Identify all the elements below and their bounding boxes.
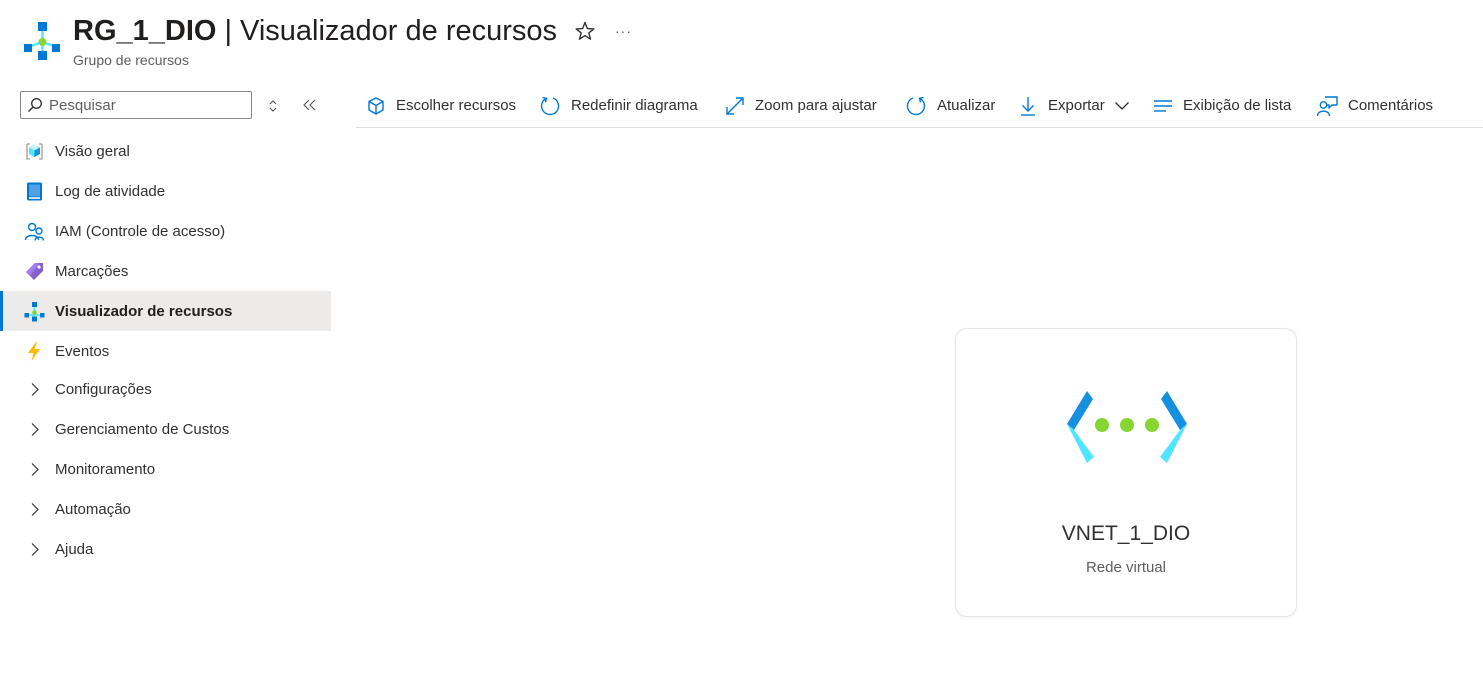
export-button[interactable]: Exportar [1018, 84, 1131, 127]
tag-icon [26, 263, 43, 280]
list-view-label: Exibição de lista [1183, 97, 1292, 114]
sidebar-group-automation[interactable]: Automação [0, 489, 331, 529]
refresh-button[interactable]: Atualizar [905, 84, 995, 127]
page-name: Visualizador de recursos [240, 15, 558, 47]
sidebar-item-label: IAM (Controle de acesso) [55, 222, 226, 240]
title-separator: | [224, 15, 232, 47]
lightning-bolt-icon [28, 342, 40, 361]
choose-resources-button[interactable]: Escolher recursos [366, 84, 516, 127]
sidebar-group-help[interactable]: Ajuda [0, 529, 331, 569]
sort-icon[interactable] [264, 97, 282, 115]
cube-icon [368, 96, 384, 115]
feedback-button[interactable]: Comentários [1316, 84, 1433, 127]
sidebar-group-label: Gerenciamento de Custos [55, 420, 230, 438]
star-icon[interactable] [574, 20, 596, 42]
chevron-right-icon [31, 463, 39, 476]
export-label: Exportar [1048, 97, 1105, 114]
sidebar-item-overview[interactable]: Visão geral [0, 131, 331, 171]
feedback-person-icon [1316, 95, 1338, 116]
sidebar-item-label: Eventos [55, 342, 110, 360]
sidebar-item-tags[interactable]: Marcações [0, 251, 331, 291]
sidebar-nav: Visão geral Log de atividade IAM (Contro… [0, 131, 331, 571]
reset-diagram-button[interactable]: Redefinir diagrama [539, 84, 698, 127]
page-title: RG_1_DIO | Visualizador de recursos [73, 12, 557, 50]
title-block: RG_1_DIO | Visualizador de recursos Grupo … [73, 12, 557, 68]
sidebar: Visão geral Log de atividade IAM (Contro… [0, 84, 331, 676]
sidebar-item-label: Visualizador de recursos [55, 302, 233, 320]
more-options-icon[interactable]: ··· [615, 20, 637, 42]
iam-people-icon [24, 222, 45, 241]
page-subtitle: Grupo de recursos [73, 52, 189, 68]
search-icon [28, 98, 42, 112]
command-bar: Escolher recursos Redefinir diagrama Zoo… [356, 84, 1483, 128]
zoom-to-fit-label: Zoom para ajustar [755, 97, 877, 114]
sidebar-group-monitoring[interactable]: Monitoramento [0, 449, 331, 489]
zoom-to-fit-button[interactable]: Zoom para ajustar [725, 84, 877, 127]
collapse-sidebar-icon[interactable] [300, 96, 320, 114]
resource-visualizer-icon [24, 22, 60, 60]
list-icon [1154, 99, 1172, 112]
download-icon [1021, 96, 1035, 116]
chevron-right-icon [31, 503, 39, 516]
resource-visualizer-icon [24, 302, 45, 322]
reset-icon [540, 96, 560, 115]
reset-diagram-label: Redefinir diagrama [571, 97, 698, 114]
list-view-button[interactable]: Exibição de lista [1153, 84, 1291, 127]
sidebar-group-label: Configurações [55, 380, 152, 398]
sidebar-item-activity-log[interactable]: Log de atividade [0, 171, 331, 211]
sidebar-item-events[interactable]: Eventos [0, 331, 331, 371]
sidebar-item-iam[interactable]: IAM (Controle de acesso) [0, 211, 331, 251]
chevron-right-icon [31, 543, 39, 556]
sidebar-group-settings[interactable]: Configurações [0, 369, 331, 409]
refresh-label: Atualizar [937, 97, 996, 114]
resource-group-name: RG_1_DIO [73, 15, 217, 47]
resource-node-card[interactable]: VNET_1_DIO Rede virtual [955, 328, 1297, 617]
chevron-down-icon [1114, 101, 1129, 110]
sidebar-group-label: Ajuda [55, 540, 94, 558]
diagram-canvas[interactable]: VNET_1_DIO Rede virtual [356, 128, 1483, 676]
expand-diagonal-icon [726, 96, 744, 115]
feedback-label: Comentários [1348, 97, 1434, 114]
search-input[interactable] [49, 94, 244, 116]
resource-name: VNET_1_DIO [1061, 522, 1191, 545]
activity-log-icon [27, 182, 42, 201]
overview-cube-icon [26, 143, 43, 160]
chevron-right-icon [31, 423, 39, 436]
chevron-right-icon [31, 383, 39, 396]
sidebar-item-label: Marcações [55, 262, 129, 280]
sidebar-item-label: Visão geral [55, 142, 130, 160]
virtual-network-icon [1067, 391, 1187, 463]
sidebar-group-cost-management[interactable]: Gerenciamento de Custos [0, 409, 331, 449]
resource-type: Rede virtual [1085, 559, 1167, 576]
sidebar-item-resource-visualizer[interactable]: Visualizador de recursos [0, 291, 331, 331]
sidebar-item-label: Log de atividade [55, 182, 166, 200]
sidebar-group-label: Monitoramento [55, 460, 156, 478]
choose-resources-label: Escolher recursos [396, 97, 517, 114]
sidebar-search[interactable] [20, 91, 252, 119]
sidebar-group-label: Automação [55, 500, 131, 518]
refresh-icon [906, 96, 926, 115]
page-header: RG_1_DIO | Visualizador de recursos Grupo … [0, 0, 1483, 84]
